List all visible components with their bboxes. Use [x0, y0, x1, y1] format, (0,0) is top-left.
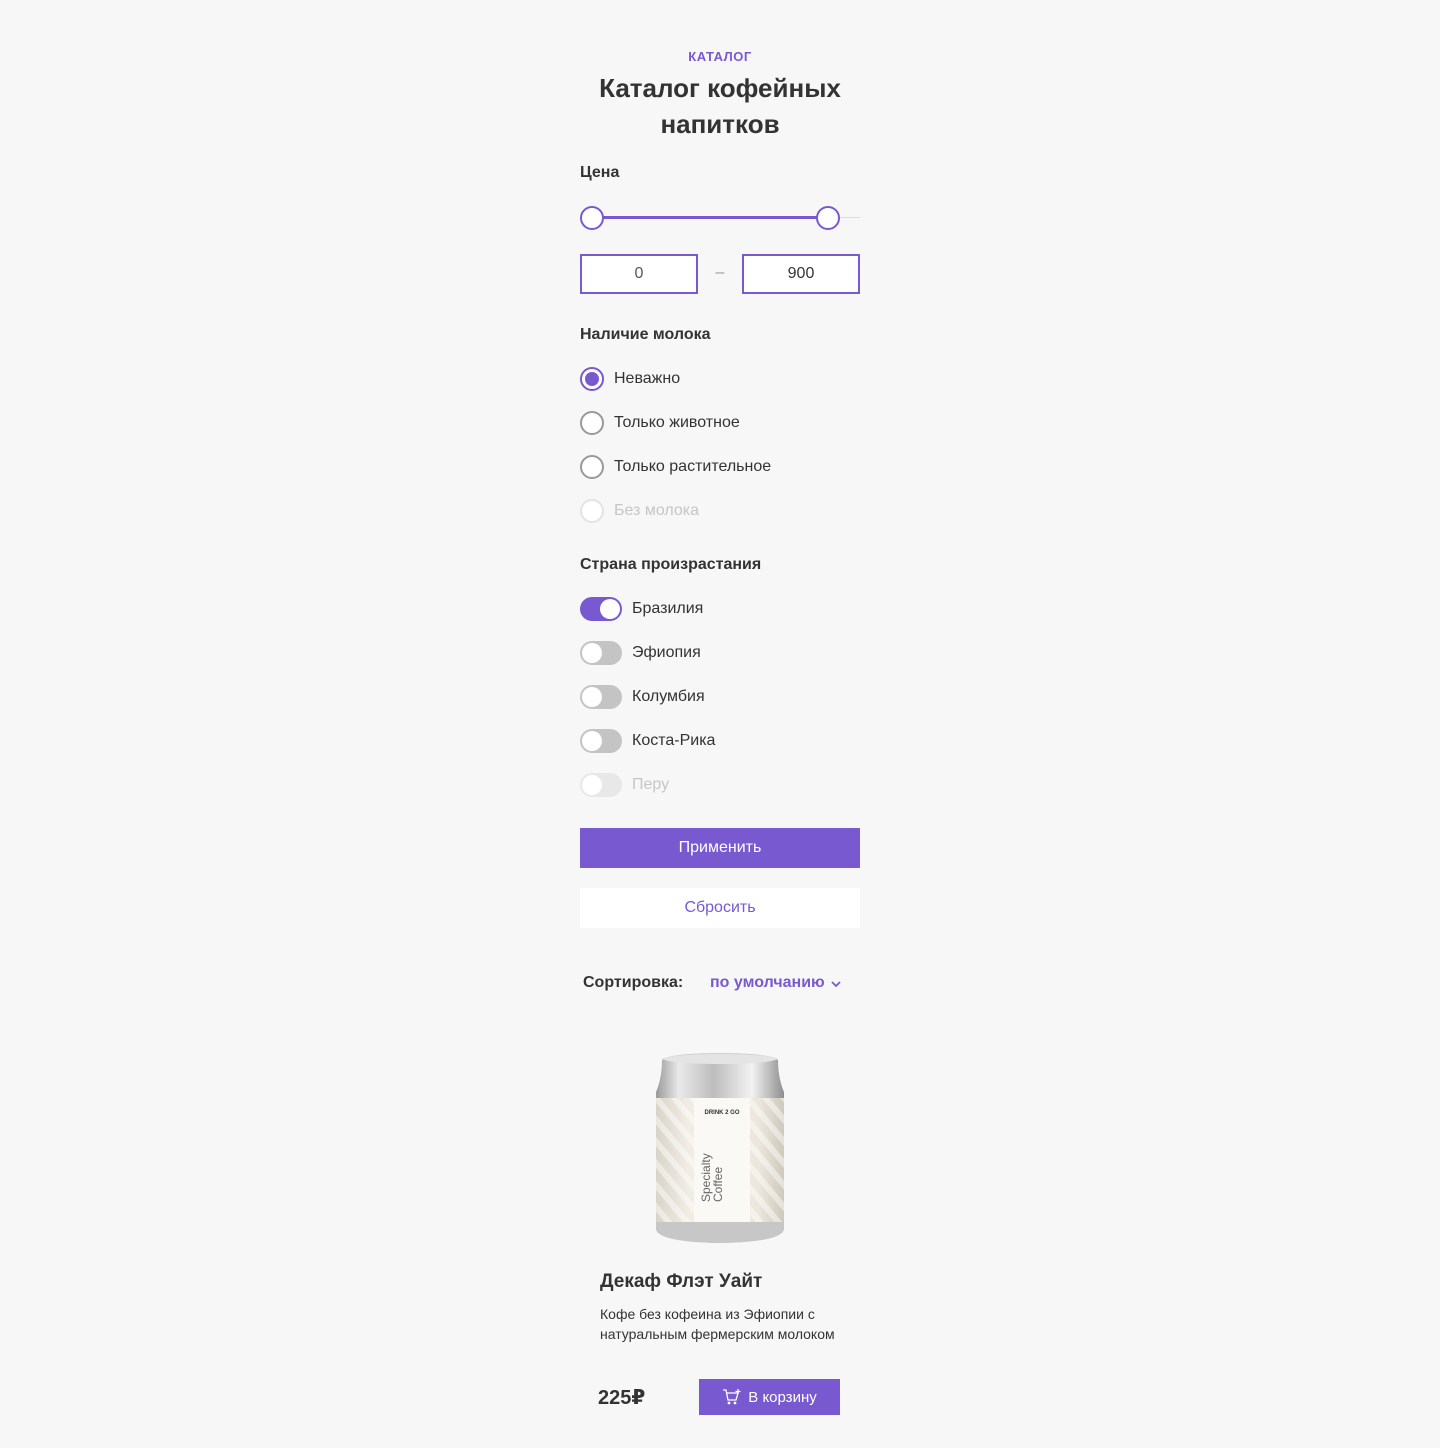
sort-value: по умолчанию: [710, 974, 825, 991]
price-slider[interactable]: [580, 205, 860, 231]
radio-label: Неважно: [614, 370, 681, 387]
product-price: 225₽: [598, 1387, 646, 1409]
catalog-page: КАТАЛОГ Каталог кофейных напитков Цена –…: [0, 0, 1440, 1448]
radio-label: Только растительное: [614, 458, 772, 475]
toggle-switch[interactable]: [580, 729, 622, 753]
country-label: Страна произрастания: [580, 556, 762, 573]
toggle-option-colombia[interactable]: Колумбия: [580, 685, 705, 709]
price-max-input[interactable]: [742, 254, 860, 294]
toggle-option-peru: Перу: [580, 773, 669, 797]
radio-button[interactable]: [580, 455, 604, 479]
apply-button[interactable]: Применить: [580, 828, 860, 868]
can-text-2: Coffee: [711, 1167, 725, 1202]
toggle-switch[interactable]: [580, 685, 622, 709]
toggle-option-ethiopia[interactable]: Эфиопия: [580, 641, 701, 665]
toggle-label: Перу: [632, 776, 670, 793]
radio-option-animal[interactable]: Только животное: [580, 411, 740, 435]
price-separator: –: [715, 264, 725, 281]
price-label: Цена: [580, 164, 620, 181]
toggle-label: Бразилия: [632, 600, 704, 617]
sort-label: Сортировка:: [583, 974, 684, 991]
radio-option-no-milk: Без молока: [580, 499, 699, 523]
toggle-label: Коста-Рика: [632, 732, 716, 749]
radio-option-plant[interactable]: Только растительное: [580, 455, 771, 479]
toggle-option-brazil[interactable]: Бразилия: [580, 597, 703, 621]
slider-max-handle[interactable]: [816, 206, 840, 230]
can-brand-text: DRINK 2 GO: [704, 1110, 739, 1116]
toggle-switch: [580, 773, 622, 797]
toggle-label: Эфиопия: [632, 644, 701, 661]
section-eyebrow: КАТАЛОГ: [688, 49, 752, 64]
radio-button: [580, 499, 604, 523]
reset-button[interactable]: Сбросить: [580, 888, 860, 928]
slider-min-handle[interactable]: [580, 206, 604, 230]
toggle-switch[interactable]: [580, 597, 622, 621]
toggle-switch[interactable]: [580, 641, 622, 665]
toggle-option-costa-rica[interactable]: Коста-Рика: [580, 729, 715, 753]
product-description: Кофе без кофеина из Эфиопии с натуральны…: [600, 1306, 835, 1342]
cart-button-label: В корзину: [748, 1388, 817, 1406]
radio-label: Без молока: [614, 502, 700, 519]
radio-option-any[interactable]: Неважно: [580, 367, 680, 391]
chevron-down-icon: [831, 980, 841, 987]
product-can-image: DRINK 2 GO Specialty Coffee: [656, 1053, 784, 1243]
product-name: Декаф Флэт Уайт: [600, 1271, 763, 1292]
radio-button[interactable]: [580, 367, 604, 391]
radio-button[interactable]: [580, 411, 604, 435]
radio-label: Только животное: [614, 414, 740, 431]
slider-fill: [592, 216, 828, 219]
add-to-cart-button[interactable]: В корзину: [699, 1379, 840, 1415]
cart-add-icon: [723, 1389, 741, 1405]
price-min-input[interactable]: [580, 254, 698, 294]
sort-dropdown[interactable]: по умолчанию: [710, 974, 841, 992]
toggle-label: Колумбия: [632, 688, 705, 705]
page-title: Каталог кофейных напитков: [599, 73, 841, 139]
milk-label: Наличие молока: [580, 326, 711, 343]
